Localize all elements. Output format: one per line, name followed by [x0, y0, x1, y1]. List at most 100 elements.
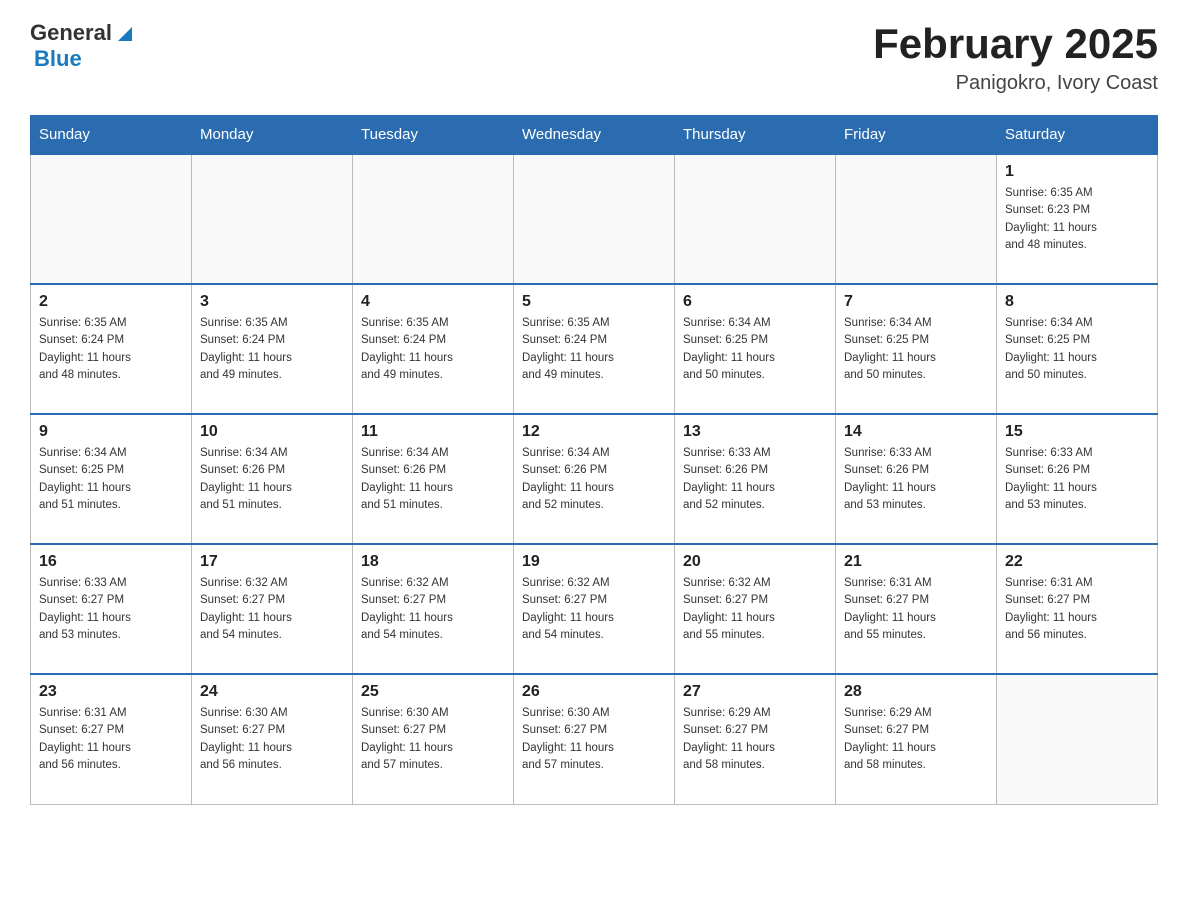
day-number: 14 — [844, 423, 988, 441]
calendar-cell: 21 Sunrise: 6:31 AMSunset: 6:27 PMDayligh… — [836, 544, 997, 674]
day-number: 23 — [39, 683, 183, 701]
calendar-week-row: 23 Sunrise: 6:31 AMSunset: 6:27 PMDayligh… — [31, 674, 1158, 804]
calendar-cell: 18 Sunrise: 6:32 AMSunset: 6:27 PMDayligh… — [353, 544, 514, 674]
day-info: Sunrise: 6:30 AMSunset: 6:27 PMDaylight:… — [200, 705, 344, 774]
calendar-cell: 17 Sunrise: 6:32 AMSunset: 6:27 PMDayligh… — [192, 544, 353, 674]
calendar-day-header: Monday — [192, 116, 353, 155]
day-info: Sunrise: 6:31 AMSunset: 6:27 PMDaylight:… — [39, 705, 183, 774]
calendar-cell: 6 Sunrise: 6:34 AMSunset: 6:25 PMDaylight… — [675, 284, 836, 414]
day-info: Sunrise: 6:32 AMSunset: 6:27 PMDaylight:… — [361, 575, 505, 644]
page-header: General Blue February 2025 Panigokro, Iv… — [30, 20, 1158, 95]
day-number: 25 — [361, 683, 505, 701]
calendar-day-header: Friday — [836, 116, 997, 155]
calendar-cell: 4 Sunrise: 6:35 AMSunset: 6:24 PMDaylight… — [353, 284, 514, 414]
day-info: Sunrise: 6:33 AMSunset: 6:26 PMDaylight:… — [844, 445, 988, 514]
day-number: 7 — [844, 293, 988, 311]
calendar-cell: 10 Sunrise: 6:34 AMSunset: 6:26 PMDayligh… — [192, 414, 353, 544]
day-info: Sunrise: 6:29 AMSunset: 6:27 PMDaylight:… — [683, 705, 827, 774]
day-number: 22 — [1005, 553, 1149, 571]
day-info: Sunrise: 6:34 AMSunset: 6:25 PMDaylight:… — [683, 315, 827, 384]
day-number: 21 — [844, 553, 988, 571]
day-number: 4 — [361, 293, 505, 311]
day-info: Sunrise: 6:31 AMSunset: 6:27 PMDaylight:… — [844, 575, 988, 644]
logo-triangle-icon — [114, 23, 136, 45]
day-info: Sunrise: 6:35 AMSunset: 6:24 PMDaylight:… — [200, 315, 344, 384]
calendar-cell — [997, 674, 1158, 804]
calendar-cell — [836, 154, 997, 284]
calendar-cell: 2 Sunrise: 6:35 AMSunset: 6:24 PMDaylight… — [31, 284, 192, 414]
day-number: 5 — [522, 293, 666, 311]
day-info: Sunrise: 6:32 AMSunset: 6:27 PMDaylight:… — [200, 575, 344, 644]
day-number: 1 — [1005, 163, 1149, 181]
calendar-week-row: 9 Sunrise: 6:34 AMSunset: 6:25 PMDaylight… — [31, 414, 1158, 544]
day-info: Sunrise: 6:34 AMSunset: 6:25 PMDaylight:… — [1005, 315, 1149, 384]
day-number: 9 — [39, 423, 183, 441]
calendar-cell: 1 Sunrise: 6:35 AMSunset: 6:23 PMDaylight… — [997, 154, 1158, 284]
location-title: Panigokro, Ivory Coast — [873, 72, 1158, 95]
calendar-cell: 11 Sunrise: 6:34 AMSunset: 6:26 PMDayligh… — [353, 414, 514, 544]
calendar-cell: 7Sunrise: 6:34 AMSunset: 6:25 PMDaylight… — [836, 284, 997, 414]
day-number: 2 — [39, 293, 183, 311]
calendar-cell: 8Sunrise: 6:34 AMSunset: 6:25 PMDaylight… — [997, 284, 1158, 414]
calendar-day-header: Sunday — [31, 116, 192, 155]
day-number: 20 — [683, 553, 827, 571]
calendar-day-header: Tuesday — [353, 116, 514, 155]
calendar-cell: 15 Sunrise: 6:33 AMSunset: 6:26 PMDayligh… — [997, 414, 1158, 544]
day-info: Sunrise: 6:35 AMSunset: 6:23 PMDaylight:… — [1005, 185, 1149, 254]
calendar-header-row: SundayMondayTuesdayWednesdayThursdayFrid… — [31, 116, 1158, 155]
calendar-day-header: Thursday — [675, 116, 836, 155]
day-number: 16 — [39, 553, 183, 571]
day-number: 24 — [200, 683, 344, 701]
calendar-cell: 5 Sunrise: 6:35 AMSunset: 6:24 PMDaylight… — [514, 284, 675, 414]
day-number: 6 — [683, 293, 827, 311]
day-number: 26 — [522, 683, 666, 701]
day-info: Sunrise: 6:31 AMSunset: 6:27 PMDaylight:… — [1005, 575, 1149, 644]
calendar-cell: 14 Sunrise: 6:33 AMSunset: 6:26 PMDayligh… — [836, 414, 997, 544]
calendar-cell: 26 Sunrise: 6:30 AMSunset: 6:27 PMDayligh… — [514, 674, 675, 804]
day-number: 11 — [361, 423, 505, 441]
calendar-cell: 25 Sunrise: 6:30 AMSunset: 6:27 PMDayligh… — [353, 674, 514, 804]
day-number: 10 — [200, 423, 344, 441]
calendar-cell — [675, 154, 836, 284]
calendar-cell: 9 Sunrise: 6:34 AMSunset: 6:25 PMDaylight… — [31, 414, 192, 544]
calendar-day-header: Saturday — [997, 116, 1158, 155]
day-info: Sunrise: 6:32 AMSunset: 6:27 PMDaylight:… — [683, 575, 827, 644]
day-info: Sunrise: 6:34 AMSunset: 6:25 PMDaylight:… — [39, 445, 183, 514]
logo: General Blue — [30, 20, 136, 72]
calendar-cell: 24 Sunrise: 6:30 AMSunset: 6:27 PMDayligh… — [192, 674, 353, 804]
calendar-cell: 20 Sunrise: 6:32 AMSunset: 6:27 PMDayligh… — [675, 544, 836, 674]
logo-general-text: General — [30, 20, 112, 46]
day-info: Sunrise: 6:30 AMSunset: 6:27 PMDaylight:… — [522, 705, 666, 774]
day-info: Sunrise: 6:34 AMSunset: 6:26 PMDaylight:… — [200, 445, 344, 514]
calendar-week-row: 16 Sunrise: 6:33 AMSunset: 6:27 PMDayligh… — [31, 544, 1158, 674]
calendar-cell: 28 Sunrise: 6:29 AMSunset: 6:27 PMDayligh… — [836, 674, 997, 804]
calendar-cell: 22 Sunrise: 6:31 AMSunset: 6:27 PMDayligh… — [997, 544, 1158, 674]
day-number: 17 — [200, 553, 344, 571]
day-number: 28 — [844, 683, 988, 701]
day-number: 18 — [361, 553, 505, 571]
calendar-cell — [31, 154, 192, 284]
title-section: February 2025 Panigokro, Ivory Coast — [873, 20, 1158, 95]
day-info: Sunrise: 6:33 AMSunset: 6:27 PMDaylight:… — [39, 575, 183, 644]
calendar-cell: 12Sunrise: 6:34 AMSunset: 6:26 PMDayligh… — [514, 414, 675, 544]
day-info: Sunrise: 6:35 AMSunset: 6:24 PMDaylight:… — [522, 315, 666, 384]
calendar-week-row: 2 Sunrise: 6:35 AMSunset: 6:24 PMDaylight… — [31, 284, 1158, 414]
day-info: Sunrise: 6:33 AMSunset: 6:26 PMDaylight:… — [1005, 445, 1149, 514]
day-info: Sunrise: 6:30 AMSunset: 6:27 PMDaylight:… — [361, 705, 505, 774]
calendar-cell — [192, 154, 353, 284]
calendar-cell: 16 Sunrise: 6:33 AMSunset: 6:27 PMDayligh… — [31, 544, 192, 674]
day-info: Sunrise: 6:35 AMSunset: 6:24 PMDaylight:… — [39, 315, 183, 384]
calendar-week-row: 1 Sunrise: 6:35 AMSunset: 6:23 PMDaylight… — [31, 154, 1158, 284]
day-number: 3 — [200, 293, 344, 311]
calendar-cell — [514, 154, 675, 284]
month-title: February 2025 — [873, 20, 1158, 68]
day-number: 19 — [522, 553, 666, 571]
day-info: Sunrise: 6:34 AMSunset: 6:26 PMDaylight:… — [361, 445, 505, 514]
calendar-cell: 13Sunrise: 6:33 AMSunset: 6:26 PMDayligh… — [675, 414, 836, 544]
day-info: Sunrise: 6:29 AMSunset: 6:27 PMDaylight:… — [844, 705, 988, 774]
calendar-cell — [353, 154, 514, 284]
day-info: Sunrise: 6:35 AMSunset: 6:24 PMDaylight:… — [361, 315, 505, 384]
day-number: 15 — [1005, 423, 1149, 441]
day-info: Sunrise: 6:33 AMSunset: 6:26 PMDaylight:… — [683, 445, 827, 514]
day-info: Sunrise: 6:34 AMSunset: 6:26 PMDaylight:… — [522, 445, 666, 514]
